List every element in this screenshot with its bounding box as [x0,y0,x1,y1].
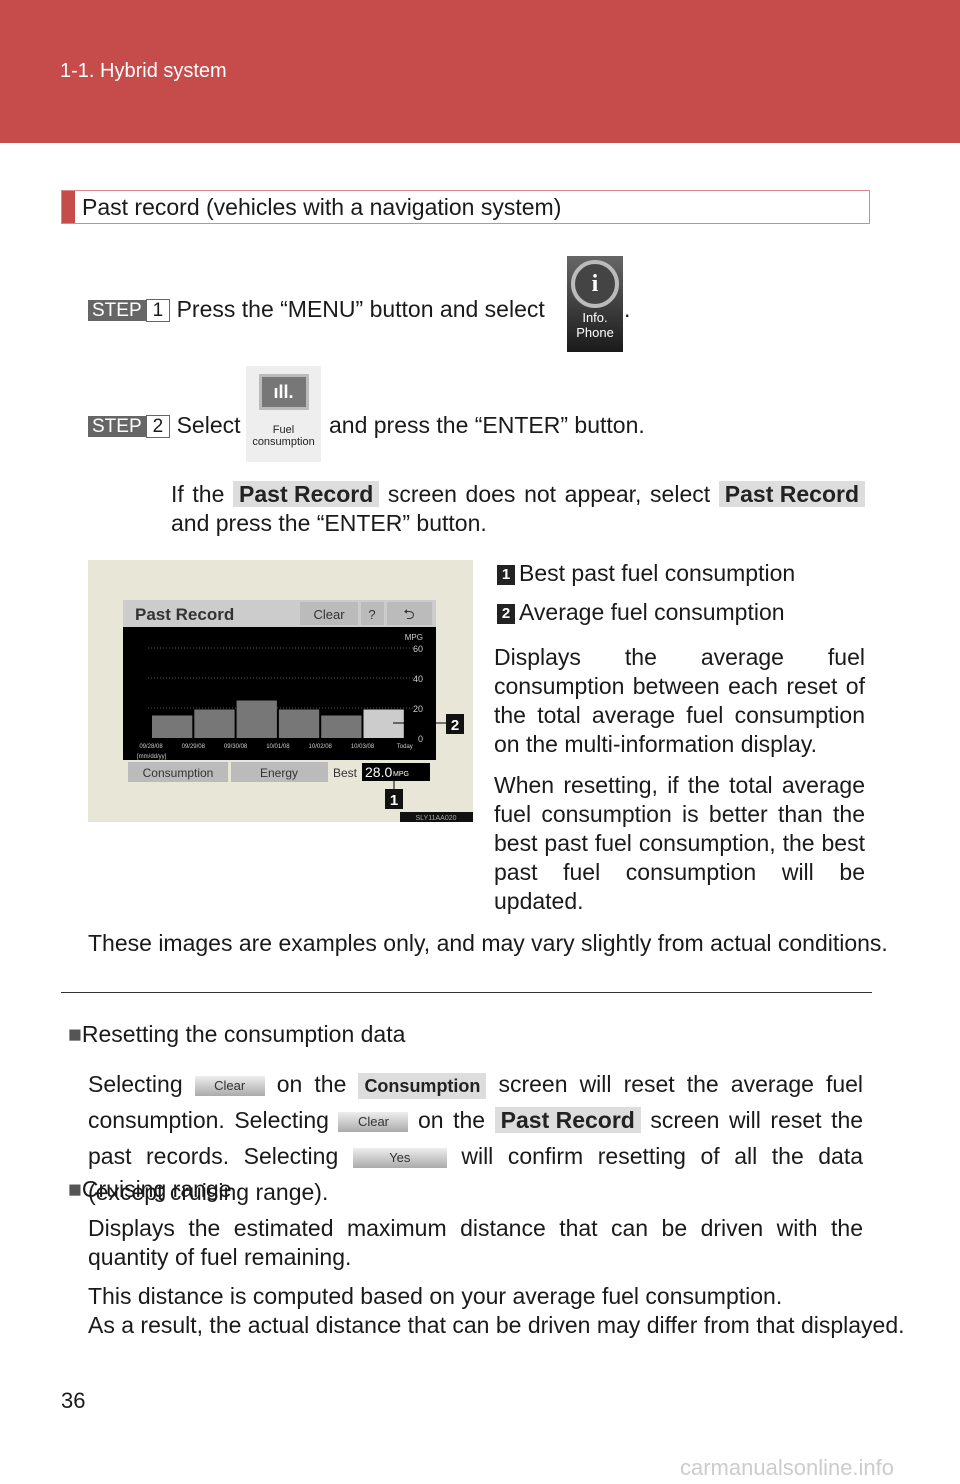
consumption-chip: Consumption [358,1073,487,1099]
clear-button-image: Clear [338,1111,409,1132]
manual-page: 1-1. Hybrid system Past record (vehicles… [0,0,960,1484]
past-record-chip: Past Record [718,481,865,507]
y-tick-label: 0 [418,734,423,744]
marker-1: 1 [497,564,515,585]
step-badge: STEP 1 [88,298,171,322]
callout-1-label: 1 [390,792,398,809]
text: on the [418,1107,486,1133]
x-tick-label: Today [397,744,413,750]
section-heading: Past record (vehicles with a navigation … [61,190,870,224]
marker-2: 2 [497,603,515,624]
icon-label: Fuel [272,424,295,436]
past-record-screenshot: Past Record Clear ? ⮌ MPG 60 40 20 0 09/28/0… [88,560,473,822]
callout-2-label: 2 [451,717,459,734]
bar [152,715,193,738]
watermark: carmanualsonline.info [680,1455,895,1480]
text: and press the “ENTER” button. [171,510,487,536]
y-tick-label: 20 [413,704,423,714]
x-tick-label: 10/01/08 [266,744,290,750]
step-text: Select [176,412,241,438]
screen-svg: Past Record Clear ? ⮌ MPG 60 40 20 0 09/28/0… [123,600,473,822]
bar [321,715,362,738]
bar [363,709,404,738]
icon-label: Info. [582,310,608,325]
disclaimer: These images are examples only, and may … [88,930,888,956]
step-label: STEP [88,299,146,321]
step-1: STEP 1 Press the “MENU” button and select [88,295,545,324]
cruising-text: This distance is computed based on your … [88,1283,783,1309]
clear-button-image: Clear [194,1075,265,1096]
step-text: and press the “ENTER” button. [329,412,645,438]
best-unit: MPG [393,771,409,778]
cruising-heading: ■Cruising range [68,1176,232,1202]
help-label: ? [368,607,375,622]
y-tick-label: 40 [413,674,423,684]
heading-accent [62,191,75,223]
section-title: Past record (vehicles with a navigation … [82,194,562,220]
cruising-text: Displays the estimated maximum distance … [88,1215,863,1270]
step-2: STEP 2 Select [88,411,241,440]
x-tick-label: 10/03/08 [351,744,375,750]
yes-button-image: Yes [352,1147,447,1168]
heading-text: Cruising range [81,1176,232,1202]
note: If the Past Record screen does not appea… [171,480,865,538]
step-text: Press the “MENU” button and select [176,296,545,322]
unit-label: MPG [405,633,423,642]
legend-text: Average fuel consumption [519,599,785,625]
screen-title: Past Record [135,605,234,624]
step-number: 1 [145,298,171,322]
chart-area [123,627,436,760]
chapter-header: 1-1. Hybrid system [0,0,960,143]
tab-energy-label: Energy [260,766,298,780]
legend-1: 1 Best past fuel consumption [497,559,795,588]
step-badge: STEP 2 [88,414,171,438]
text: If the [171,481,225,507]
past-record-chip: Past Record [233,481,380,507]
step-number: 2 [145,414,171,438]
divider [61,992,872,993]
cruising-text: As a result, the actual distance that ca… [88,1312,905,1338]
clear-label: Clear [313,607,345,622]
icon-label: consumption [252,436,315,448]
bar [236,700,277,738]
x-tick-label: 09/29/08 [182,744,206,750]
tab-consumption-label: Consumption [143,766,214,780]
bar [194,709,235,738]
info-phone-icon: i Info. Phone [567,256,623,352]
text: Selecting [88,1071,183,1097]
legend-text: Best past fuel consumption [519,560,796,586]
description: When resetting, if the total average fue… [494,772,865,914]
text: on the [276,1071,347,1097]
text: screen does not appear, select [387,481,711,507]
heading-text: Resetting the consumption data [81,1021,406,1047]
icon-label: Phone [576,325,614,340]
fuel-consumption-icon: ıll. Fuel consumption [246,366,321,462]
date-format: [mm/dd/yy] [137,754,167,760]
period: . [624,296,631,322]
legend-2: 2 Average fuel consumption [497,598,785,627]
back-icon: ⮌ [403,606,414,622]
bar [278,709,320,738]
x-tick-label: 09/28/08 [139,744,163,750]
description: Displays the average fuel consumption be… [494,644,865,757]
page-number: 36 [61,1388,86,1413]
step-label: STEP [88,415,146,437]
past-record-chip: Past Record [494,1107,641,1133]
reset-heading: ■Resetting the consumption data [68,1021,406,1047]
best-value: 28.0 [365,764,392,780]
y-tick-label: 60 [413,644,423,654]
chapter-title: 1-1. Hybrid system [60,60,227,82]
x-tick-label: 09/30/08 [224,744,248,750]
best-label: Best [333,766,358,780]
x-tick-label: 10/02/08 [309,744,333,750]
image-code: SLY11AA020 [416,815,457,822]
